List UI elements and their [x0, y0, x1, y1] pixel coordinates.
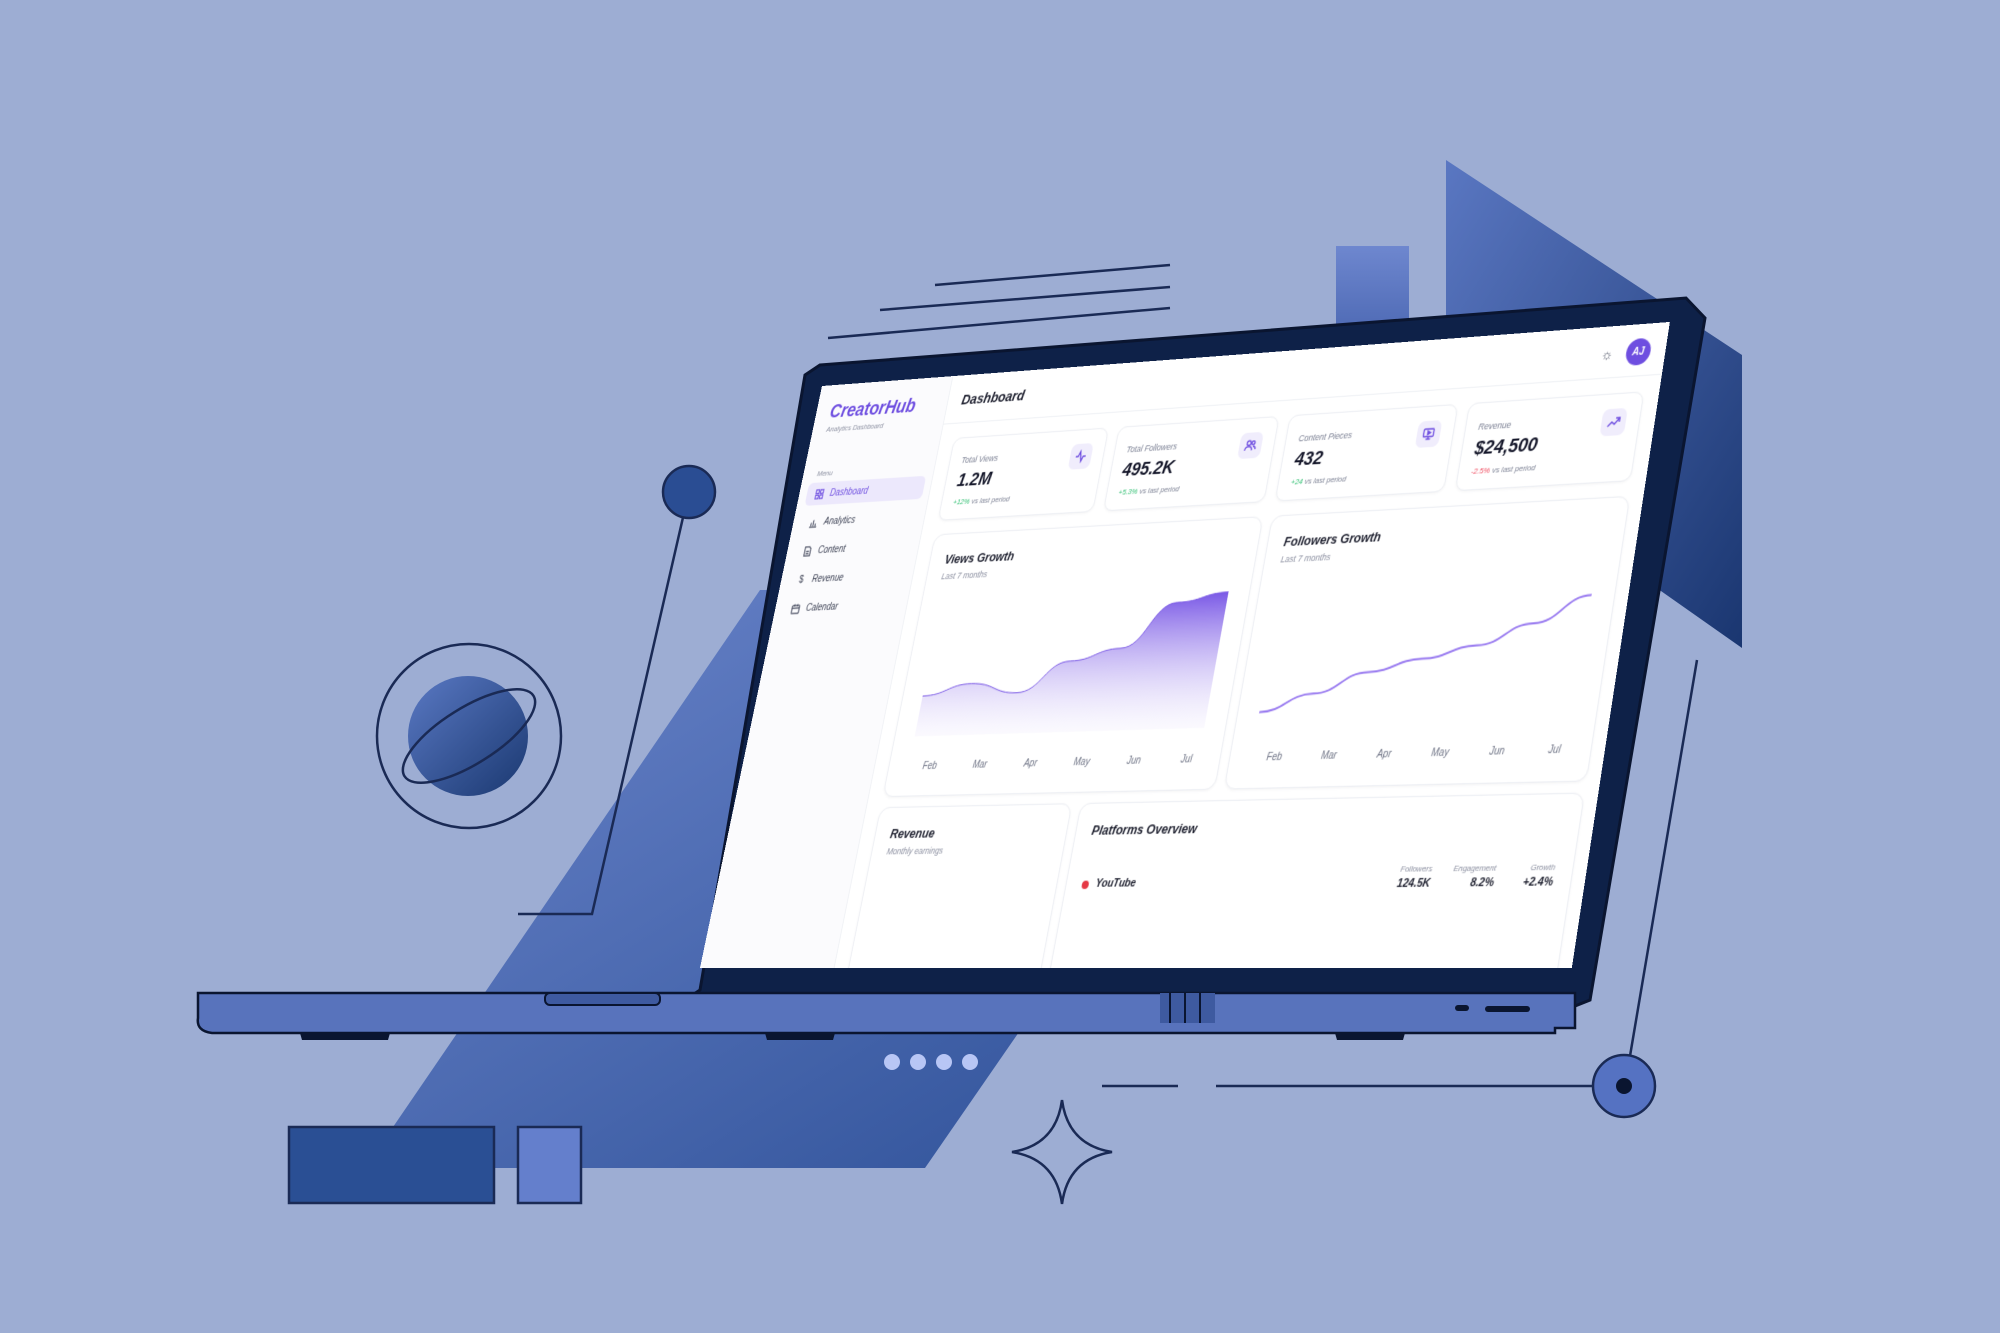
platform-name: YouTube: [1094, 876, 1138, 890]
sidebar-item-revenue[interactable]: $ Revenue: [786, 563, 908, 592]
engagement-value: 8.2%: [1469, 876, 1495, 890]
stat-label: Content Pieces: [1297, 429, 1353, 444]
x-tick-label: Apr: [1022, 758, 1039, 770]
sidebar-item-content[interactable]: Content: [792, 534, 914, 563]
area-fill: [914, 591, 1229, 737]
x-tick-label: May: [1430, 747, 1450, 759]
followers-growth-card[interactable]: Followers Growth Last 7 months Feb Mar Apr…: [1223, 495, 1631, 790]
stat-change: +12% vs last period: [952, 494, 1010, 506]
page-title: Dashboard: [960, 387, 1027, 409]
sparkle-decoration: [1011, 1099, 1113, 1205]
x-tick-label: Mar: [1320, 750, 1339, 762]
stat-card-content-pieces[interactable]: Content Pieces 432 +24 vs last period: [1274, 403, 1459, 502]
engagement-header: Engagement: [1452, 862, 1498, 874]
sidebar-item-label: Content: [816, 543, 847, 556]
sidebar-item-label: Analytics: [822, 514, 857, 527]
users-icon: [1237, 431, 1265, 460]
stat-card-total-views[interactable]: Total Views 1.2M +12% vs last period: [937, 427, 1109, 521]
laptop-screen: CreatorHub Analytics Dashboard Menu Dash…: [699, 321, 1670, 968]
views-area-chart: Feb Mar Apr May Jun Jul: [914, 517, 1262, 772]
card-title: Platforms Overview: [1090, 820, 1199, 838]
sidebar-nav: Dashboard Analytics Content $ Revenue Ca…: [779, 475, 927, 627]
stat-change: +5.3% vs last period: [1118, 484, 1180, 497]
sidebar-item-dashboard[interactable]: Dashboard: [804, 475, 927, 506]
sun-icon[interactable]: ☼: [1600, 345, 1615, 362]
stat-delta-suffix: vs last period: [1138, 484, 1181, 496]
stat-card-total-followers[interactable]: Total Followers 495.2K +5.3% vs last per…: [1102, 415, 1280, 512]
stat-delta: +5.3%: [1117, 486, 1139, 497]
x-tick-label: May: [1073, 756, 1092, 768]
bar-chart-icon: [807, 516, 819, 528]
platforms-overview-card[interactable]: Platforms Overview YouTube Followers 124…: [1045, 792, 1586, 968]
card-subtitle: Monthly earnings: [885, 845, 945, 857]
platform-row-youtube[interactable]: YouTube Followers 124.5K Engagement 8.2%…: [1079, 862, 1556, 899]
stat-label: Total Views: [960, 453, 1000, 466]
stat-label: Revenue: [1477, 419, 1513, 432]
activity-icon: [1067, 443, 1094, 470]
stat-change: -2.5% vs last period: [1470, 463, 1536, 476]
dollar-icon: $: [798, 574, 805, 586]
sidebar-item-label: Calendar: [805, 601, 839, 614]
x-tick-label: Jun: [1487, 745, 1506, 757]
followers-value: 124.5K: [1395, 876, 1432, 891]
stat-value: $24,500: [1473, 434, 1540, 460]
x-tick-label: Apr: [1375, 748, 1394, 760]
x-tick-label: Jul: [1546, 744, 1562, 756]
x-tick-label: Jul: [1179, 753, 1194, 765]
trending-up-icon: [1599, 407, 1628, 437]
growth-header: Growth: [1529, 862, 1557, 873]
stat-delta: +24: [1290, 476, 1304, 487]
stat-delta: +12%: [952, 496, 971, 507]
followers-header: Followers: [1399, 863, 1434, 874]
sidebar-item-analytics[interactable]: Analytics: [798, 505, 920, 535]
x-tick-label: Mar: [972, 759, 990, 770]
youtube-color-dot: [1081, 880, 1090, 890]
monitor-icon: [1414, 420, 1442, 449]
stat-delta-suffix: vs last period: [1303, 474, 1347, 486]
x-tick-label: Jun: [1125, 755, 1142, 767]
series-line: [1259, 595, 1591, 712]
bottom-blocks: [287, 1125, 583, 1205]
speed-lines: [827, 263, 1171, 340]
stat-card-revenue[interactable]: Revenue $24,500 -2.5% vs last period: [1454, 391, 1645, 492]
stat-delta-suffix: vs last period: [1491, 462, 1537, 475]
menu-title: Menu: [816, 468, 834, 479]
platform-engagement: Engagement 8.2%: [1450, 863, 1497, 890]
card-title: Revenue: [888, 825, 937, 842]
sidebar-item-label: Dashboard: [828, 485, 870, 499]
stat-value: 432: [1293, 447, 1325, 471]
x-tick-label: Feb: [922, 760, 939, 771]
followers-line-chart: Feb Mar Apr May Jun Jul: [1225, 497, 1629, 763]
sidebar-item-label: Revenue: [811, 572, 845, 585]
stat-delta: -2.5%: [1470, 465, 1491, 477]
revenue-card[interactable]: Revenue Monthly earnings: [843, 803, 1073, 968]
views-growth-card[interactable]: Views Growth Last 7 months Feb Mar Apr May J…: [882, 516, 1264, 798]
growth-value: +2.4%: [1521, 875, 1555, 890]
sidebar-item-calendar[interactable]: Calendar: [780, 592, 902, 621]
brand[interactable]: CreatorHub Analytics Dashboard: [826, 396, 918, 434]
stat-change: +24 vs last period: [1290, 474, 1347, 486]
x-tick-label: Feb: [1266, 751, 1284, 763]
stat-label: Total Followers: [1125, 441, 1178, 455]
stat-value: 1.2M: [955, 468, 994, 492]
platform-growth: Growth +2.4%: [1522, 862, 1556, 889]
platform-followers: Followers 124.5K: [1396, 864, 1433, 890]
calendar-icon: [789, 603, 801, 615]
stat-value: 495.2K: [1120, 457, 1176, 482]
avatar[interactable]: AJ: [1624, 337, 1653, 367]
planet-decoration: [375, 642, 563, 830]
header-actions: ☼ AJ: [1599, 337, 1653, 368]
grid-icon: [813, 488, 825, 500]
stat-delta-suffix: vs last period: [970, 494, 1011, 506]
document-icon: [801, 545, 813, 557]
